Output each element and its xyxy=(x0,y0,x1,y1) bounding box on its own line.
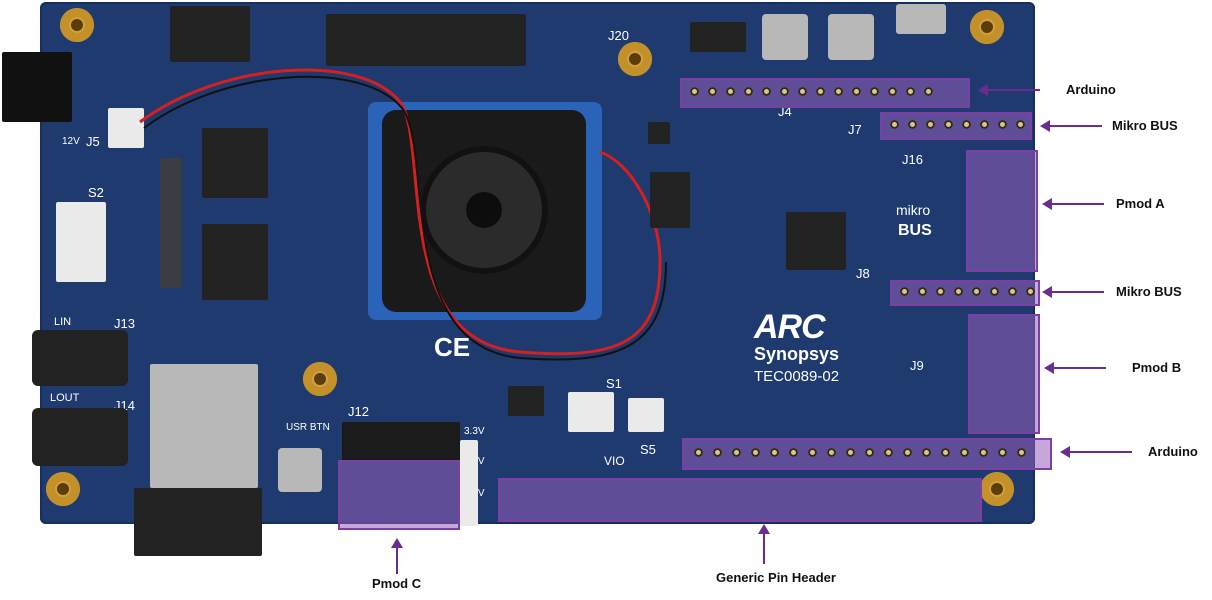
arrow-icon xyxy=(1060,446,1070,458)
dip-switch-s1 xyxy=(568,392,614,432)
dip-switch-s5 xyxy=(628,398,664,432)
label-arduino-top: Arduino xyxy=(1066,82,1116,97)
arrow-icon xyxy=(1040,120,1050,132)
arrow-icon xyxy=(758,524,770,534)
wifi-module xyxy=(150,364,258,488)
mikro-bus-top-overlay xyxy=(880,112,1032,140)
pmod-c-pins xyxy=(342,422,460,462)
arrow-icon xyxy=(1042,198,1052,210)
debug-header xyxy=(690,22,746,52)
button-boot xyxy=(828,14,874,60)
ic-vreg xyxy=(508,386,544,416)
mikro-bus-mid-overlay xyxy=(890,280,1040,306)
silk-3v3: 3.3V xyxy=(464,426,485,437)
arrow-icon xyxy=(1050,125,1102,127)
dip-switch-s2 xyxy=(56,202,106,282)
silk-j7: J7 xyxy=(848,122,862,137)
arrow-icon xyxy=(988,89,1040,91)
ic-small-2 xyxy=(648,122,670,144)
label-mikro-bus-mid: Mikro BUS xyxy=(1116,284,1182,299)
silk-usr-btn: USR BTN xyxy=(286,422,330,433)
pmod-c-overlay xyxy=(338,460,460,530)
ic-small-1 xyxy=(650,172,690,228)
pmod-a-overlay xyxy=(966,150,1038,272)
button-reset xyxy=(762,14,808,60)
label-mikro-bus-top: Mikro BUS xyxy=(1112,118,1178,133)
mounting-hole-top-left xyxy=(60,8,94,42)
synopsys-text: Synopsys xyxy=(754,344,840,364)
arrow-icon xyxy=(1042,286,1052,298)
silk-ce: CE xyxy=(434,332,471,362)
arrow-icon xyxy=(1052,291,1104,293)
silk-j8: J8 xyxy=(856,266,870,281)
arrow-icon xyxy=(391,538,403,548)
button-icon xyxy=(278,448,322,492)
silk-s5: S5 xyxy=(640,442,656,457)
silk-lin: LIN xyxy=(54,316,72,328)
usb-connector xyxy=(896,4,946,34)
pmod-b-overlay xyxy=(968,314,1040,434)
ic-processor xyxy=(786,212,846,270)
silk-j12: J12 xyxy=(348,404,369,419)
arrow-icon xyxy=(1052,203,1104,205)
generic-header-overlay xyxy=(498,478,982,522)
label-pmod-a: Pmod A xyxy=(1116,196,1165,211)
voltage-jumper xyxy=(460,440,478,526)
label-arduino-bottom: Arduino xyxy=(1148,444,1198,459)
silk-vio: VIO xyxy=(604,454,625,468)
wifi-antenna-base xyxy=(134,488,262,556)
arc-logo: ARC xyxy=(754,308,826,346)
silk-12v: 12V xyxy=(62,136,80,147)
silk-lout: LOUT xyxy=(50,392,80,404)
arrow-icon xyxy=(396,548,398,574)
board-model: TEC0089-02 xyxy=(754,368,840,385)
arduino-top-overlay xyxy=(680,78,970,108)
silk-j20: J20 xyxy=(608,28,629,43)
fan-wire xyxy=(139,68,667,361)
silk-s1: S1 xyxy=(606,376,622,391)
power-jack xyxy=(2,52,72,122)
arrow-icon xyxy=(1054,367,1106,369)
arrow-icon xyxy=(763,534,765,564)
audio-jack-icon xyxy=(32,408,128,466)
arduino-bottom-overlay xyxy=(682,438,1052,470)
arrow-icon xyxy=(1044,362,1054,374)
mounting-hole-bottom-left xyxy=(46,472,80,506)
label-pmod-c: Pmod C xyxy=(372,576,422,591)
silk-mikro: mikro xyxy=(896,202,931,218)
silk-j16: J16 xyxy=(902,152,923,167)
silk-j9: J9 xyxy=(910,358,924,373)
mounting-hole-bottom-right xyxy=(980,472,1014,506)
arrow-icon xyxy=(978,84,988,96)
label-generic-header: Generic Pin Header xyxy=(716,570,836,585)
silk-bus: BUS xyxy=(898,222,932,239)
label-pmod-b: Pmod B xyxy=(1132,360,1182,375)
silk-j5: J5 xyxy=(86,134,100,149)
arrow-icon xyxy=(1070,451,1132,453)
mounting-hole-top-right xyxy=(970,10,1004,44)
